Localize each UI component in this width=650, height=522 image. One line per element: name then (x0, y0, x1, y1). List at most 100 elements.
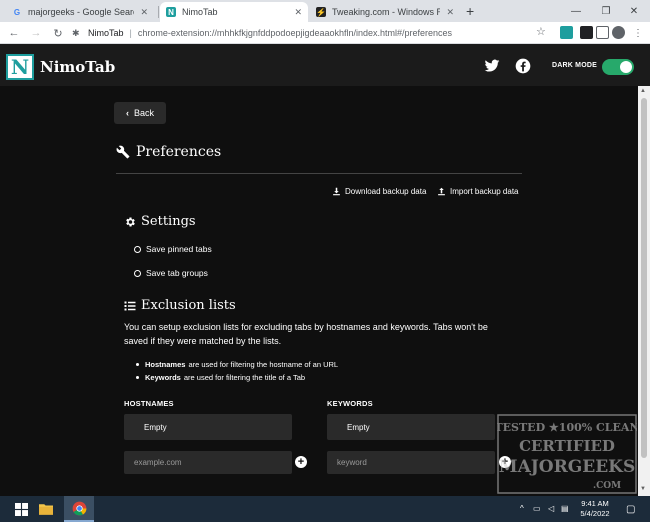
page-title: Preferences (116, 144, 221, 160)
tab-title: NimoTab (182, 7, 218, 17)
wrench-icon (116, 145, 130, 159)
address-origin: NimoTab (88, 28, 124, 38)
scrollbar-thumb[interactable] (641, 98, 647, 458)
facebook-icon[interactable] (515, 58, 531, 74)
keyword-input-placeholder: keyword (337, 458, 367, 467)
settings-heading: Settings (124, 214, 196, 229)
puzzle-icon: ✱ (72, 28, 80, 38)
system-clock[interactable]: 9:41 AM 5/4/2022 (572, 499, 618, 519)
nimotab-extension-icon[interactable] (560, 26, 573, 39)
chevron-left-icon: ‹ (125, 108, 129, 118)
tweaking-icon: ⚡ (316, 7, 326, 17)
file-explorer-taskbar-button[interactable] (32, 496, 60, 522)
tab-divider (158, 6, 159, 18)
download-backup-label: Download backup data (345, 187, 427, 196)
bullet-dot (136, 363, 139, 366)
forward-arrow-icon[interactable]: → (28, 25, 44, 41)
browser-tab-nimotab[interactable]: N NimoTab ✕ (160, 2, 308, 22)
bullet-term: Keywords (145, 373, 181, 382)
close-tab-icon[interactable]: ✕ (294, 7, 302, 18)
address-bar[interactable]: ✱ NimoTab | chrome-extension://mhhkfkjgn… (72, 24, 554, 42)
extensions-puzzle-icon[interactable] (596, 26, 609, 39)
title-divider (116, 173, 522, 174)
chrome-taskbar-button[interactable] (64, 496, 94, 522)
language-icon[interactable]: ▤ (561, 504, 569, 513)
import-backup-link[interactable]: Import backup data (437, 187, 518, 196)
folder-icon (39, 504, 53, 515)
download-icon (333, 187, 340, 196)
nimotab-logo: N (6, 54, 34, 80)
majorgeeks-watermark: TESTED ★100% CLEAN CERTIFIED MAJORGEEKS … (497, 414, 637, 494)
reload-icon[interactable]: ↻ (50, 25, 66, 41)
watermark-line3: MAJORGEEKS (499, 457, 635, 477)
hostname-input-placeholder: example.com (134, 458, 182, 467)
bullet-term: Hostnames (145, 360, 186, 369)
save-tab-groups-option[interactable]: Save tab groups (134, 268, 208, 278)
volume-icon[interactable]: ◁ (548, 504, 554, 513)
bullet-text: are used for filtering the title of a Ta… (183, 373, 306, 382)
browser-tab-strip: G majorgeeks - Google Search ✕ N NimoTab… (0, 0, 650, 22)
close-tab-icon[interactable]: ✕ (446, 7, 454, 18)
back-arrow-icon[interactable]: ← (6, 25, 22, 41)
bullet-keywords: Keywords are used for filtering the titl… (136, 373, 305, 382)
keywords-label: KEYWORDS (327, 399, 373, 408)
nimotab-icon: N (166, 7, 176, 17)
add-hostname-button[interactable]: + (295, 456, 307, 468)
back-button[interactable]: ‹ Back (114, 102, 166, 124)
import-backup-label: Import backup data (450, 187, 519, 196)
page-title-text: Preferences (136, 144, 222, 160)
option-label: Save tab groups (146, 268, 208, 278)
restore-icon[interactable]: ❐ (592, 0, 620, 22)
watermark-line1: TESTED ★100% CLEAN (497, 421, 637, 434)
hostname-input[interactable]: example.com (124, 451, 292, 474)
list-icon (124, 301, 136, 310)
option-label: Save pinned tabs (146, 244, 212, 254)
twitter-icon[interactable] (484, 58, 500, 74)
hostnames-empty-text: Empty (144, 422, 167, 432)
exclusion-description: You can setup exclusion lists for exclud… (124, 322, 488, 346)
windows-taskbar: ^ ▭ ◁ ▤ 9:41 AM 5/4/2022 ▢ (0, 496, 650, 522)
tab-title: majorgeeks - Google Search (28, 7, 135, 17)
download-backup-link[interactable]: Download backup data (332, 187, 426, 196)
brand-name: NimoTab (40, 58, 116, 76)
save-pinned-tabs-option[interactable]: Save pinned tabs (134, 244, 212, 254)
clock-time: 9:41 AM (581, 499, 609, 508)
browser-tab-google[interactable]: G majorgeeks - Google Search ✕ (6, 2, 154, 22)
toggle-knob (620, 61, 632, 73)
back-button-label: Back (133, 108, 154, 118)
radio-circle[interactable] (134, 269, 141, 277)
gear-icon (126, 217, 135, 226)
network-icon[interactable]: ▭ (533, 504, 541, 513)
address-url: chrome-extension://mhhkfkjgnfddpodoepjig… (137, 28, 453, 38)
address-divider: | (129, 28, 132, 38)
settings-heading-text: Settings (141, 214, 196, 229)
close-window-icon[interactable]: ✕ (620, 0, 648, 22)
keywords-empty-text: Empty (347, 422, 370, 432)
tab-title: Tweaking.com - Windows Repair (332, 7, 441, 17)
page-scrollbar[interactable]: ▲ ▼ (638, 86, 650, 496)
new-tab-button[interactable]: + (466, 2, 474, 20)
keyword-input[interactable]: keyword (327, 451, 495, 474)
bookmark-star-icon[interactable]: ☆ (536, 25, 546, 38)
close-tab-icon[interactable]: ✕ (140, 7, 148, 18)
exclusion-heading-text: Exclusion lists (141, 298, 236, 313)
more-menu-icon[interactable]: ⋮ (630, 25, 646, 41)
notifications-icon[interactable]: ▢ (626, 504, 635, 515)
profile-avatar-icon[interactable] (612, 26, 625, 39)
watermark-line2: CERTIFIED (519, 437, 615, 455)
scroll-up-arrow-icon[interactable]: ▲ (640, 88, 646, 94)
radio-circle[interactable] (134, 245, 141, 253)
clock-date: 5/4/2022 (580, 509, 610, 518)
dark-mode-toggle[interactable] (602, 59, 634, 75)
bullet-text: are used for filtering the hostname of a… (188, 360, 339, 369)
scroll-down-arrow-icon[interactable]: ▼ (640, 486, 646, 492)
exclusion-lists-heading: Exclusion lists (124, 298, 236, 313)
google-icon: G (13, 7, 21, 17)
extension-icon[interactable] (580, 26, 593, 39)
dark-mode-label: DARK MODE (552, 62, 597, 69)
app-header: N NimoTab DARK MODE (0, 44, 650, 86)
minimize-icon[interactable]: — (562, 0, 590, 22)
browser-tab-tweaking[interactable]: ⚡ Tweaking.com - Windows Repair ✕ (310, 2, 460, 22)
tray-chevron-icon[interactable]: ^ (520, 504, 524, 513)
bullet-hostnames: Hostnames are used for filtering the hos… (136, 360, 338, 369)
